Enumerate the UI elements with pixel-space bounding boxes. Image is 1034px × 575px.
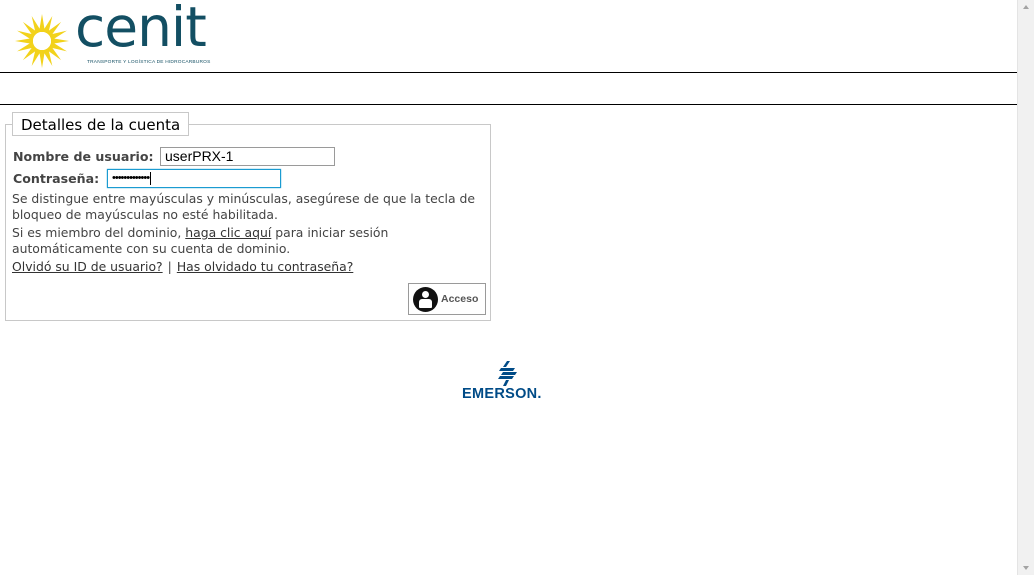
password-mask: ••••••••••••• xyxy=(112,172,150,184)
forgot-user-id-link[interactable]: Olvidó su ID de usuario? xyxy=(12,259,163,274)
header-divider-top xyxy=(0,72,1017,73)
cenit-wordmark: cenit xyxy=(75,0,207,59)
emerson-emblem-icon xyxy=(498,361,517,386)
recovery-links: Olvidó su ID de usuario? | Has olvidado tu… xyxy=(12,259,353,276)
domain-text-after: para iniciar sesión xyxy=(271,225,389,240)
username-input[interactable]: userPRX-1 xyxy=(160,147,335,166)
case-sensitivity-note-line1: Se distingue entre mayúsculas y minúscul… xyxy=(12,191,476,206)
password-label: Contraseña: xyxy=(13,171,100,186)
header-divider-bottom xyxy=(0,104,1017,105)
login-button[interactable]: Acceso xyxy=(408,283,486,315)
username-label: Nombre de usuario: xyxy=(13,149,154,164)
sun-burst-icon xyxy=(15,14,69,68)
domain-text-before: Si es miembro del dominio, xyxy=(12,225,186,240)
cenit-logo: cenit TRANSPORTE Y LOGÍSTICA DE HIDROCAR… xyxy=(13,0,218,70)
forgot-password-link[interactable]: Has olvidado tu contraseña? xyxy=(177,259,354,274)
login-page: cenit TRANSPORTE Y LOGÍSTICA DE HIDROCAR… xyxy=(0,0,1017,575)
domain-login-note: Si es miembro del dominio, haga clic aqu… xyxy=(12,225,388,242)
user-icon xyxy=(413,287,438,312)
login-button-label: Acceso xyxy=(441,293,479,305)
domain-login-note-line2: automáticamente con su cuenta de dominio… xyxy=(12,241,291,256)
vertical-scrollbar[interactable] xyxy=(1017,0,1034,575)
password-input[interactable]: ••••••••••••• xyxy=(107,169,281,188)
cenit-tagline: TRANSPORTE Y LOGÍSTICA DE HIDROCARBUROS xyxy=(87,60,211,65)
account-details-legend: Detalles de la cuenta xyxy=(12,112,190,136)
domain-login-link[interactable]: haga clic aquí xyxy=(185,225,271,240)
link-separator: | xyxy=(167,259,172,274)
case-sensitivity-note-line2: bloqueo de mayúsculas no esté habilitada… xyxy=(12,207,278,222)
scroll-up-icon[interactable] xyxy=(1023,5,1029,9)
scroll-down-icon[interactable] xyxy=(1023,566,1029,570)
text-caret xyxy=(150,171,152,185)
emerson-wordmark: EMERSON. xyxy=(462,386,542,402)
emerson-logo: EMERSON. xyxy=(458,360,558,406)
